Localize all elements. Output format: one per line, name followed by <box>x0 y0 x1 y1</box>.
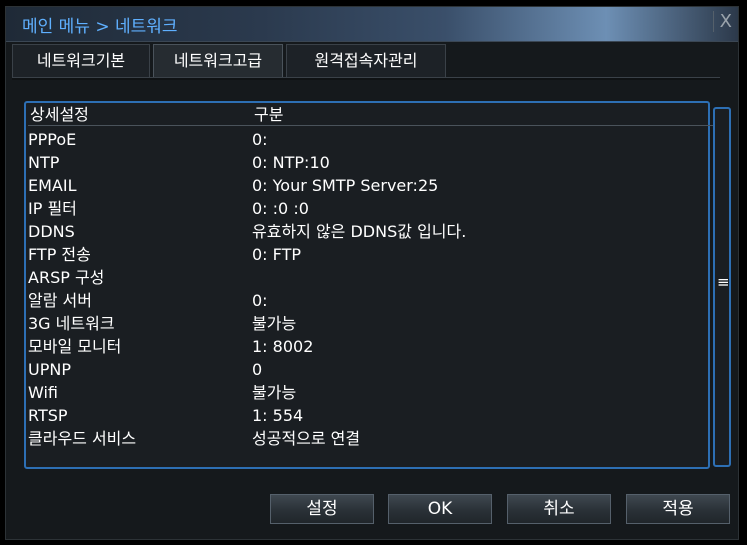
row-name: RTSP <box>28 406 68 425</box>
list-row-cloud-service[interactable]: 클라우드 서비스 성공적으로 연결 <box>26 429 716 452</box>
list-row-upnp[interactable]: UPNP 0 <box>26 360 716 383</box>
row-name: FTP 전송 <box>28 245 91 264</box>
row-name: DDNS <box>28 222 75 241</box>
row-value: 0: :0 :0 <box>252 199 309 218</box>
list-row-ftp[interactable]: FTP 전송 0: FTP <box>26 245 716 268</box>
list-row-alarm-server[interactable]: 알람 서버 0: <box>26 291 716 314</box>
list-row-wifi[interactable]: Wifi 불가능 <box>26 383 716 406</box>
header-category: 구분 <box>254 105 284 124</box>
tab-divider <box>12 77 720 80</box>
row-value: 0: NTP:10 <box>252 153 330 172</box>
row-name: Wifi <box>28 383 58 402</box>
list-scrollbar[interactable]: ≡ <box>713 107 731 467</box>
row-value: 성공적으로 연결 <box>252 429 361 448</box>
tab-remote-access[interactable]: 원격접속자관리 <box>286 44 446 77</box>
close-button[interactable]: X <box>712 11 732 32</box>
row-name: ARSP 구성 <box>28 268 105 287</box>
list-row-arsp[interactable]: ARSP 구성 <box>26 268 716 291</box>
row-name: 클라우드 서비스 <box>28 429 137 448</box>
list-row-ddns[interactable]: DDNS 유효하지 않은 DDNS값 입니다. <box>26 222 716 245</box>
list-row-pppoe[interactable]: PPPoE 0: <box>26 130 716 153</box>
row-name: 알람 서버 <box>28 291 92 310</box>
apply-button[interactable]: 적용 <box>626 494 730 524</box>
ok-button[interactable]: OK <box>388 494 492 524</box>
row-value: 불가능 <box>252 314 297 333</box>
cancel-button[interactable]: 취소 <box>507 494 611 524</box>
list-row-email[interactable]: EMAIL 0: Your SMTP Server:25 <box>26 176 716 199</box>
list-row-ip-filter[interactable]: IP 필터 0: :0 :0 <box>26 199 716 222</box>
tab-network-advanced[interactable]: 네트워크고급 <box>153 44 283 77</box>
list-header: 상세설정 구분 <box>28 105 714 126</box>
title-bar: 메인 메뉴 > 네트워크 X <box>6 7 738 42</box>
row-value: 0: <box>252 291 268 310</box>
tab-network-basic[interactable]: 네트워크기본 <box>12 44 150 77</box>
list-row-ntp[interactable]: NTP 0: NTP:10 <box>26 153 716 176</box>
row-value: 불가능 <box>252 383 297 402</box>
row-value: 1: 554 <box>252 406 304 425</box>
row-name: IP 필터 <box>28 199 77 218</box>
list-row-rtsp[interactable]: RTSP 1: 554 <box>26 406 716 429</box>
row-name: 모바일 모니터 <box>28 337 122 356</box>
scroll-thumb-icon[interactable]: ≡ <box>717 275 730 290</box>
row-name: 3G 네트워크 <box>28 314 115 333</box>
row-value: 0 <box>252 360 263 379</box>
row-name: EMAIL <box>28 176 77 195</box>
row-value: 유효하지 않은 DDNS값 입니다. <box>252 222 467 241</box>
list-row-mobile-monitor[interactable]: 모바일 모니터 1: 8002 <box>26 337 716 360</box>
row-value: 1: 8002 <box>252 337 314 356</box>
row-name: PPPoE <box>28 130 77 149</box>
window-title: 메인 메뉴 > 네트워크 <box>22 17 178 37</box>
setup-button[interactable]: 설정 <box>270 494 374 524</box>
row-name: UPNP <box>28 360 71 379</box>
list-row-3g-network[interactable]: 3G 네트워크 불가능 <box>26 314 716 337</box>
row-name: NTP <box>28 153 60 172</box>
settings-list: 상세설정 구분 PPPoE 0: NTP 0: NTP:10 EMAIL 0: … <box>24 101 714 469</box>
row-value: 0: Your SMTP Server:25 <box>252 176 439 195</box>
row-value: 0: <box>252 130 268 149</box>
header-detail-setting: 상세설정 <box>30 105 89 124</box>
row-value: 0: FTP <box>252 245 301 264</box>
